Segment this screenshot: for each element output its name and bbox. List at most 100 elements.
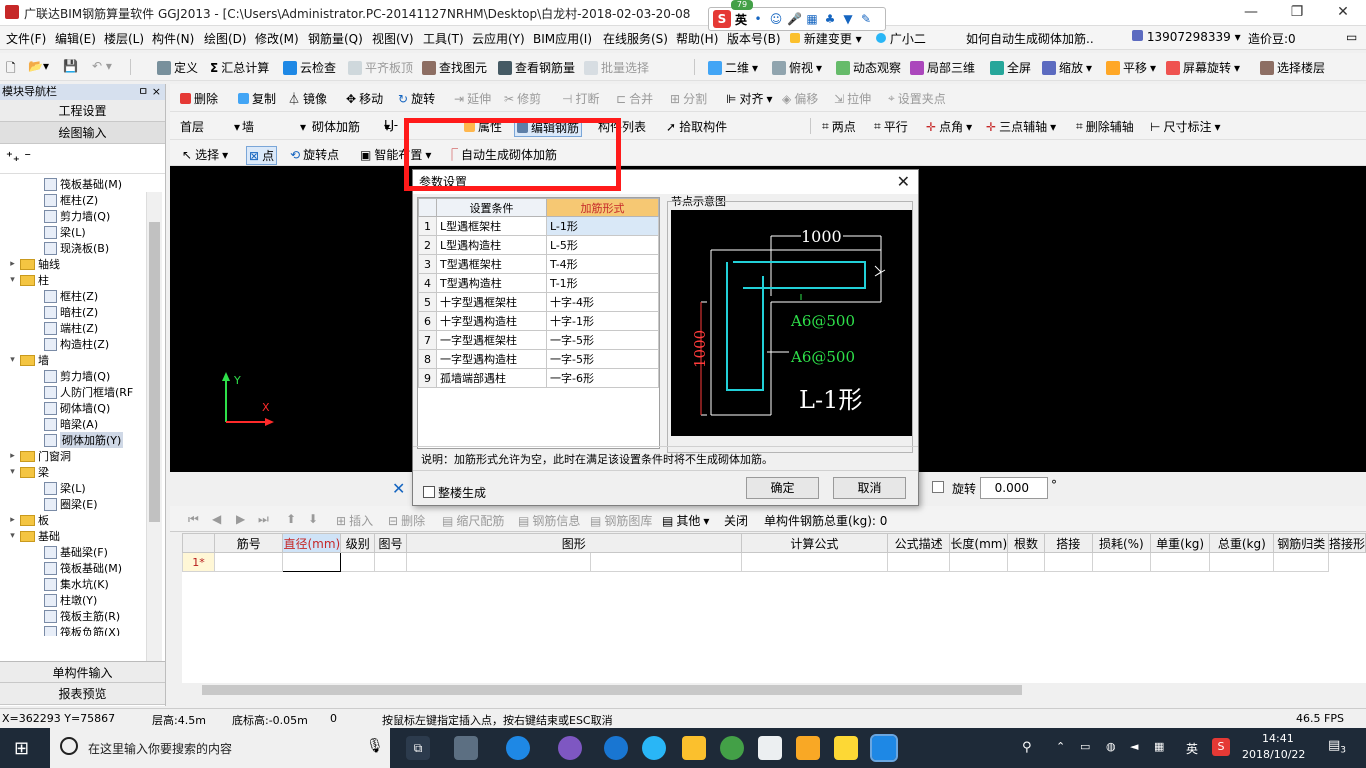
delete-button[interactable]: 删除 [180,90,218,107]
emoji-icon[interactable]: ☺ [769,12,783,26]
taskbar-search[interactable]: 在这里输入你要搜索的内容 🎙 [50,728,390,768]
calculate-button[interactable]: Σ 汇总计算 [210,59,269,76]
tree-folder[interactable]: ▸ 板 [8,512,49,528]
tree-item[interactable]: 现浇板(B) [44,240,109,256]
batch-select-button[interactable]: 批量选择 [584,59,649,76]
grid-cell[interactable] [214,552,284,572]
cancel-button[interactable]: 取消 [833,477,906,499]
next-record-icon[interactable]: ▶ [236,512,245,526]
menu-view[interactable]: 视图(V) [372,30,414,47]
menu-help[interactable]: 帮助(H) [676,30,718,47]
menu-credit[interactable]: 造价豆:0 [1248,30,1296,47]
rotate-button[interactable]: ↻ 旋转 [398,90,435,107]
align-button[interactable]: ⊫ 对齐 ▾ [726,90,773,107]
fullscreen-button[interactable]: 全屏 [990,59,1031,76]
first-record-icon[interactable]: ⏮ [188,512,199,527]
form-cell[interactable]: 十字-4形 [546,292,659,312]
ime-toolbar[interactable]: S 英 • ☺ 🎤 ▦ ♣ ▼ ✎ [708,7,886,31]
tree-item[interactable]: 剪力墙(Q) [44,368,110,384]
grid-cell[interactable] [1273,552,1329,572]
collapse-icon[interactable]: ▾ [8,467,17,477]
tree-item[interactable]: 暗柱(Z) [44,304,98,320]
project-settings-button[interactable]: 工程设置 [0,100,165,122]
menu-rebar[interactable]: 钢筋量(Q) [308,30,363,47]
explorer-app-icon[interactable] [682,736,706,760]
notes-app-icon[interactable] [796,736,820,760]
column-header[interactable]: 直径(mm) [282,533,342,553]
parallel-button[interactable]: ⌗ 平行 [874,118,908,135]
edge-app-icon[interactable] [604,736,628,760]
network-icon[interactable]: ◍ [1106,740,1116,753]
task-view-icon[interactable]: ⧉ [406,736,430,760]
table-row[interactable]: 1* [181,552,1366,572]
column-header[interactable]: 公式描述 [886,533,951,553]
orthogonal-icon[interactable]: ✕ [392,479,405,498]
menu-account[interactable]: 13907298339 ▾ [1132,30,1241,44]
table-row[interactable]: 7 一字型遇框架柱 一字-5形 [418,330,659,350]
menu-modify[interactable]: 修改(M) [255,30,299,47]
tree-folder[interactable]: ▸ 门窗洞 [8,448,71,464]
table-row[interactable]: 8 一字型遇构造柱 一字-5形 [418,349,659,369]
ok-button[interactable]: 确定 [746,477,819,499]
column-header[interactable]: 图形 [405,533,743,553]
open-icon[interactable]: 📂▾ [28,59,49,73]
single-component-button[interactable]: 单构件输入 [0,661,165,683]
mail-app-icon[interactable] [758,736,782,760]
tree-item[interactable]: 剪力墙(Q) [44,208,110,224]
wrench-icon[interactable]: ✎ [859,12,873,26]
column-header[interactable]: 损耗(%) [1091,533,1152,553]
fan-app-icon[interactable] [454,736,478,760]
type-select[interactable]: 墙 ▾ [242,118,306,135]
view-rebar-button[interactable]: 查看钢筋量 [498,59,575,76]
punctuation-icon[interactable]: • [751,12,765,26]
menu-component[interactable]: 构件(N) [152,30,194,47]
keyboard-tray-icon[interactable]: ▦ [1154,740,1164,753]
menu-cloud[interactable]: 云应用(Y) [472,30,525,47]
menu-assistant[interactable]: 广小二 [876,30,926,47]
tree-item[interactable]: 框柱(Z) [44,192,98,208]
delete-row-button[interactable]: ⊟ 删除 [388,512,425,529]
table-row[interactable]: 9 孤墙端部遇柱 一字-6形 [418,368,659,388]
tree-item[interactable]: 人防门框墙(RF [44,384,133,400]
tree-item[interactable]: 梁(L) [44,224,86,240]
dialog-close-button[interactable]: ✕ [897,170,910,194]
grid-cell[interactable] [1209,552,1275,572]
2d-button[interactable]: 二维 ▾ [708,59,758,76]
table-row[interactable]: 5 十字型遇框架柱 十字-4形 [418,292,659,312]
grid-cell[interactable] [1007,552,1045,572]
other-button[interactable]: ▤ 其他 ▾ [662,512,709,529]
point-button[interactable]: ⊠ 点 [246,146,278,165]
move-down-icon[interactable]: ⬇ [308,512,318,526]
column-header[interactable]: 总重(kg) [1209,533,1275,553]
expand-all-icon[interactable]: ⁺₊ ⁻ [6,150,31,165]
tree-item[interactable]: 基础梁(F) [44,544,108,560]
merge-button[interactable]: ⊏ 合并 [616,90,653,107]
align-slab-button[interactable]: 平齐板顶 [348,59,413,76]
close-button[interactable]: ✕ [1320,0,1366,26]
offset-button[interactable]: ◈ 偏移 [782,90,818,107]
tree-folder[interactable]: ▾ 基础 [8,528,60,544]
zoom-button[interactable]: 缩放 ▾ [1042,59,1092,76]
column-header[interactable]: 搭接形 [1327,533,1366,553]
form-cell[interactable]: T-1形 [546,273,659,293]
scale-rebar-button[interactable]: ▤ 缩尺配筋 [442,512,504,529]
select-floor-button[interactable]: 选择楼层 [1260,59,1325,76]
volume-icon[interactable]: ◄ [1130,740,1138,753]
select-button[interactable]: ↖ 选择 ▾ [182,146,228,163]
grid-cell[interactable] [589,552,743,572]
form-cell[interactable]: L-1形 [546,216,659,236]
form-cell[interactable]: 一字-5形 [546,349,659,369]
menu-version[interactable]: 版本号(B) [727,30,781,47]
subtype-select[interactable]: 砌体加筋 ▾ [312,118,390,135]
column-header[interactable]: 钢筋归类 [1273,533,1329,553]
tree-folder[interactable]: ▸ 轴线 [8,256,60,272]
mirror-button[interactable]: ⏃ 镜像 [288,90,327,107]
table-row[interactable]: 4 T型遇构造柱 T-1形 [418,273,659,293]
grid-cell[interactable] [1043,552,1093,572]
tree-item[interactable]: 集水坑(K) [44,576,109,592]
expand-icon[interactable]: ▸ [8,451,17,461]
tree-item[interactable]: 框柱(Z) [44,288,98,304]
copy-button[interactable]: 复制 [238,90,276,107]
grid-cell[interactable] [886,552,951,572]
tree-folder[interactable]: ▾ 墙 [8,352,49,368]
